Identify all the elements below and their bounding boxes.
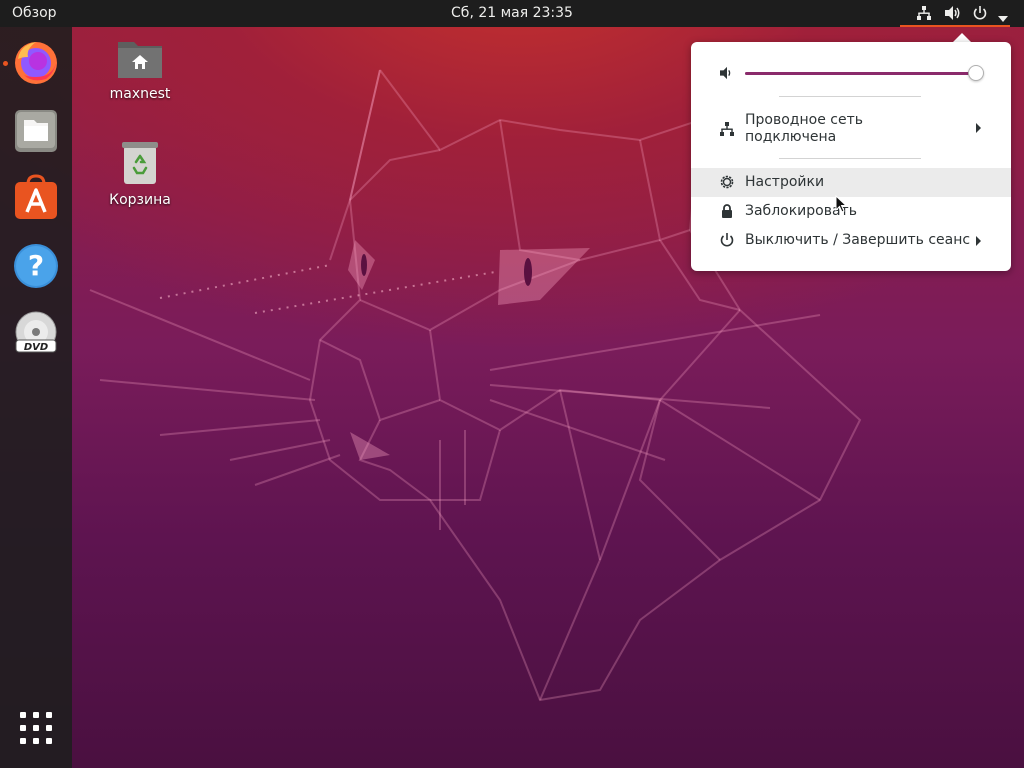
submenu-arrow-icon	[976, 236, 981, 246]
clock-button[interactable]: Сб, 21 мая 23:35	[451, 5, 573, 21]
power-icon	[972, 5, 988, 25]
volume-slider-fill	[745, 72, 975, 75]
volume-slider-knob[interactable]	[967, 65, 984, 81]
lock-menu-item[interactable]: Заблокировать	[691, 197, 1011, 226]
submenu-arrow-icon	[976, 123, 981, 133]
show-applications-button[interactable]	[18, 710, 54, 746]
desktop-icon-trash[interactable]: Корзина	[100, 140, 180, 208]
menu-separator	[779, 96, 921, 97]
volume-icon	[719, 66, 735, 84]
help-icon: ?	[14, 244, 58, 288]
menu-separator	[779, 158, 921, 159]
power-label: Выключить / Завершить сеанс	[745, 232, 971, 248]
power-icon	[719, 232, 735, 252]
volume-row	[691, 60, 1011, 90]
firefox-icon	[15, 42, 57, 84]
app-grid-icon	[20, 712, 52, 744]
desktop-icon-label: maxnest	[109, 86, 171, 102]
dock-item-files[interactable]	[12, 106, 60, 154]
svg-text:?: ?	[28, 249, 44, 282]
dock-item-help[interactable]: ?	[12, 242, 60, 290]
mouse-cursor	[835, 194, 848, 217]
system-menu: Проводное сеть подключена Настройки Забл…	[691, 42, 1011, 271]
activities-button[interactable]: Обзор	[12, 5, 57, 21]
top-bar: Обзор Сб, 21 мая 23:35	[0, 0, 1024, 27]
volume-slider[interactable]	[745, 65, 984, 81]
desktop-icon-home[interactable]: maxnest	[100, 36, 180, 102]
dropdown-arrow-icon	[998, 10, 1008, 26]
trash-icon	[122, 142, 158, 184]
dock-item-ubuntu-software[interactable]	[12, 174, 60, 222]
network-status-line2: подключена	[745, 129, 837, 145]
network-row[interactable]: Проводное сеть подключена	[691, 106, 1011, 154]
power-menu-item[interactable]: Выключить / Завершить сеанс	[691, 226, 1011, 255]
ubuntu-software-icon	[15, 174, 57, 219]
settings-label: Настройки	[745, 174, 825, 190]
network-status-line1: Проводное сеть	[745, 112, 863, 128]
status-active-indicator	[900, 25, 1010, 27]
dock: ? DVD	[0, 27, 72, 768]
running-indicator	[3, 61, 8, 66]
network-wired-icon	[916, 5, 932, 25]
svg-text:DVD: DVD	[24, 342, 48, 353]
volume-icon	[944, 5, 962, 25]
gear-icon	[719, 174, 735, 194]
dock-item-dvd[interactable]: DVD	[12, 310, 60, 358]
dock-item-firefox[interactable]	[12, 39, 60, 87]
system-status-area[interactable]	[900, 0, 1024, 27]
desktop-icon-label: Корзина	[109, 192, 171, 208]
home-folder-icon	[118, 42, 162, 78]
lock-icon	[719, 203, 735, 223]
network-wired-icon	[719, 121, 735, 141]
files-icon	[15, 110, 57, 152]
settings-menu-item[interactable]: Настройки	[691, 168, 1011, 197]
dvd-icon: DVD	[15, 311, 57, 353]
